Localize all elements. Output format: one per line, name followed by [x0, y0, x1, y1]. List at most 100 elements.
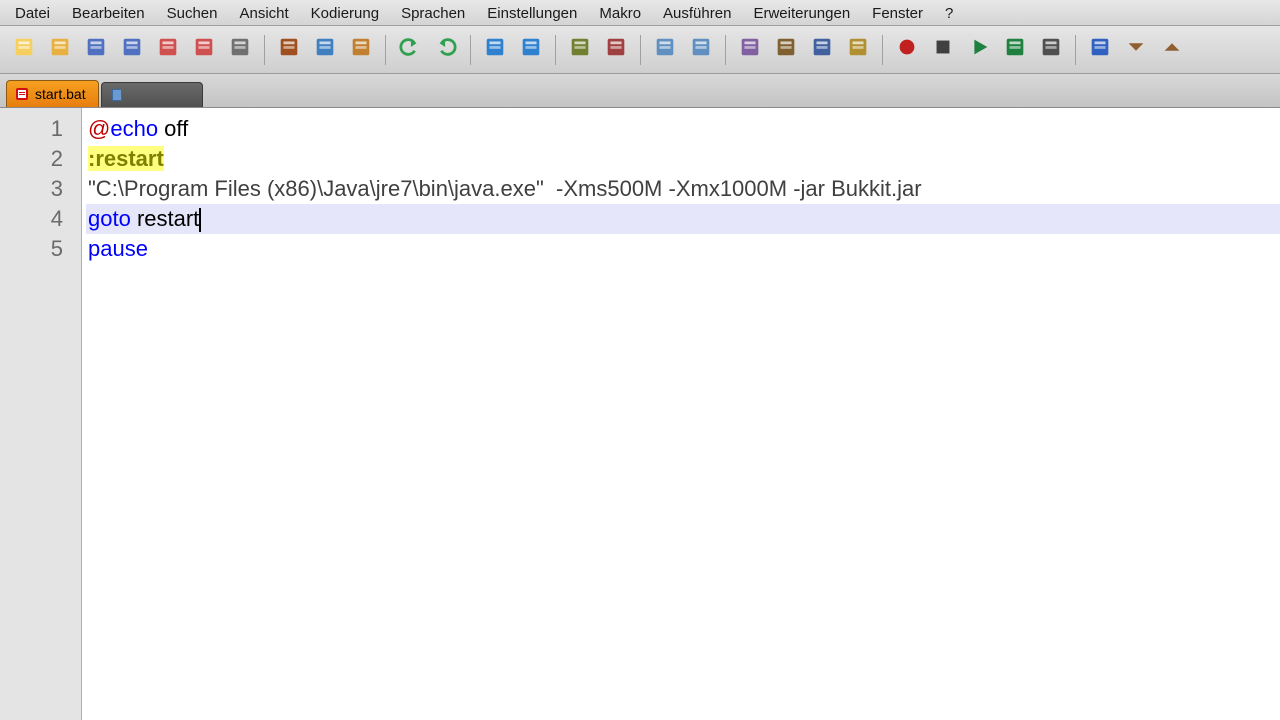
sync-v-button[interactable]	[648, 33, 682, 67]
stop-button[interactable]	[926, 33, 960, 67]
open-file-icon	[48, 35, 72, 64]
copy-button[interactable]	[308, 33, 342, 67]
find-button[interactable]	[478, 33, 512, 67]
new-file-button[interactable]	[7, 33, 41, 67]
new-file-icon	[12, 35, 36, 64]
cut-icon	[277, 35, 301, 64]
tab-active-label: start.bat	[35, 86, 86, 102]
doc-map-button[interactable]	[841, 33, 875, 67]
token-arg: -Xms500M -Xmx1000M -jar Bukkit.jar	[544, 176, 922, 201]
wrap-icon	[738, 35, 762, 64]
play-icon	[967, 35, 991, 64]
code-area[interactable]: @echo off:restart "C:\Program Files (x86)…	[82, 108, 1280, 720]
zoom-in-icon	[568, 35, 592, 64]
zoom-out-button[interactable]	[599, 33, 633, 67]
menu-suchen[interactable]: Suchen	[156, 0, 229, 25]
func-list-button[interactable]	[1083, 33, 1117, 67]
token-kw: echo	[110, 116, 164, 141]
close-all-button[interactable]	[187, 33, 221, 67]
toggle-icon	[1039, 35, 1063, 64]
unfold-all-icon	[1160, 35, 1184, 64]
line-number: 5	[0, 234, 63, 264]
toolbar-separator	[640, 35, 641, 65]
line-number-gutter: 12345	[0, 108, 82, 720]
replace-button[interactable]	[514, 33, 548, 67]
record-button[interactable]	[890, 33, 924, 67]
tab-active[interactable]: start.bat	[6, 80, 99, 107]
menu-erweiterungen[interactable]: Erweiterungen	[742, 0, 861, 25]
print-icon	[228, 35, 252, 64]
menubar: DateiBearbeitenSuchenAnsichtKodierungSpr…	[0, 0, 1280, 26]
toolbar-separator	[555, 35, 556, 65]
show-all-button[interactable]	[769, 33, 803, 67]
save-button[interactable]	[79, 33, 113, 67]
toolbar-separator	[264, 35, 265, 65]
close-all-icon	[192, 35, 216, 64]
paste-button[interactable]	[344, 33, 378, 67]
indent-guide-button[interactable]	[805, 33, 839, 67]
code-line[interactable]: @echo off	[86, 114, 1280, 144]
redo-button[interactable]	[429, 33, 463, 67]
toolbar-separator	[882, 35, 883, 65]
zoom-in-button[interactable]	[563, 33, 597, 67]
line-number: 3	[0, 174, 63, 204]
toolbar-separator	[725, 35, 726, 65]
text-cursor	[199, 208, 201, 232]
close-file-button[interactable]	[151, 33, 185, 67]
menu-?[interactable]: ?	[934, 0, 964, 25]
menu-einstellungen[interactable]: Einstellungen	[476, 0, 588, 25]
toolbar-separator	[470, 35, 471, 65]
stop-icon	[931, 35, 955, 64]
wrap-button[interactable]	[733, 33, 767, 67]
play-multi-icon	[1003, 35, 1027, 64]
menu-bearbeiten[interactable]: Bearbeiten	[61, 0, 156, 25]
menu-fenster[interactable]: Fenster	[861, 0, 934, 25]
undo-button[interactable]	[393, 33, 427, 67]
token-kw: pause	[88, 236, 148, 261]
menu-makro[interactable]: Makro	[588, 0, 652, 25]
zoom-out-icon	[604, 35, 628, 64]
code-line[interactable]: pause	[86, 234, 1280, 264]
sync-h-button[interactable]	[684, 33, 718, 67]
close-file-icon	[156, 35, 180, 64]
play-multi-button[interactable]	[998, 33, 1032, 67]
toolbar-separator	[1075, 35, 1076, 65]
line-number: 4	[0, 204, 63, 234]
fold-all-button[interactable]	[1119, 33, 1153, 67]
code-line[interactable]: :restart	[86, 144, 1280, 174]
save-all-button[interactable]	[115, 33, 149, 67]
copy-icon	[313, 35, 337, 64]
menu-sprachen[interactable]: Sprachen	[390, 0, 476, 25]
line-number: 1	[0, 114, 63, 144]
editor[interactable]: 12345 @echo off:restart "C:\Program Files…	[0, 108, 1280, 720]
code-line[interactable]: goto restart	[86, 204, 1280, 234]
token-id: restart	[137, 206, 199, 231]
menu-kodierung[interactable]: Kodierung	[300, 0, 390, 25]
token-id: off	[164, 116, 188, 141]
menu-ansicht[interactable]: Ansicht	[228, 0, 299, 25]
sync-v-icon	[653, 35, 677, 64]
cut-button[interactable]	[272, 33, 306, 67]
show-all-icon	[774, 35, 798, 64]
code-line[interactable]: "C:\Program Files (x86)\Java\jre7\bin\ja…	[86, 174, 1280, 204]
menu-ausführen[interactable]: Ausführen	[652, 0, 742, 25]
token-lbl: :restart	[88, 146, 164, 171]
menu-datei[interactable]: Datei	[4, 0, 61, 25]
fold-all-icon	[1124, 35, 1148, 64]
toggle-button[interactable]	[1034, 33, 1068, 67]
open-file-button[interactable]	[43, 33, 77, 67]
toolbar-separator	[385, 35, 386, 65]
toolbar	[0, 26, 1280, 74]
unfold-all-button[interactable]	[1155, 33, 1189, 67]
save-all-icon	[120, 35, 144, 64]
find-icon	[483, 35, 507, 64]
token-str: "C:\Program Files (x86)\Java\jre7\bin\ja…	[88, 176, 544, 201]
indent-guide-icon	[810, 35, 834, 64]
print-button[interactable]	[223, 33, 257, 67]
tab-inactive[interactable]	[101, 82, 203, 107]
token-kw: goto	[88, 206, 137, 231]
file-icon	[110, 88, 124, 102]
undo-icon	[398, 35, 422, 64]
play-button[interactable]	[962, 33, 996, 67]
replace-icon	[519, 35, 543, 64]
